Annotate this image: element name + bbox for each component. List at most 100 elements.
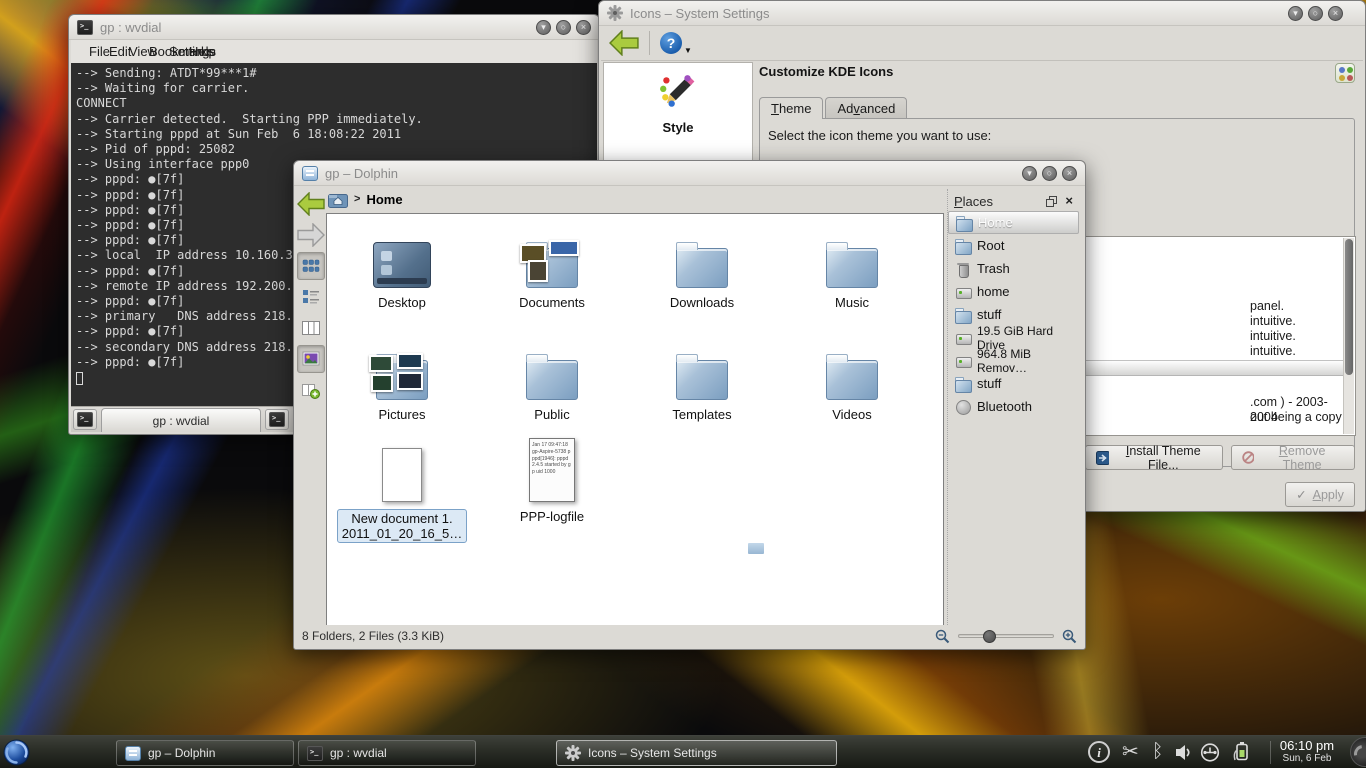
terminal-icon	[269, 412, 285, 427]
tab-advanced[interactable]: Advanced	[825, 97, 907, 119]
terminal-tab[interactable]: gp : wvdial	[101, 408, 261, 432]
dolphin-window[interactable]: gp – Dolphin ▾ ○ × > Home	[293, 160, 1086, 650]
place-item-home[interactable]: Home	[948, 211, 1079, 234]
tab-theme[interactable]: Theme	[759, 97, 823, 119]
back-button[interactable]	[297, 190, 325, 218]
folder-item-downloads[interactable]: Downloads	[627, 224, 777, 310]
home-folder-icon[interactable]	[328, 191, 348, 208]
theme-list-fragment: panel.	[1250, 299, 1284, 314]
file-label: PPP-logfile	[477, 509, 627, 524]
pictures-folder-icon	[376, 360, 428, 400]
remove-theme-button[interactable]: Remove Theme	[1231, 445, 1355, 470]
task-button-system-settings[interactable]: Icons – System Settings	[556, 740, 837, 766]
info-tray-icon[interactable]: i	[1088, 741, 1110, 763]
menu-file[interactable]: File	[79, 44, 99, 60]
install-theme-label: Install Theme File...	[1115, 444, 1212, 472]
sidebar-item-style[interactable]: Style	[604, 63, 752, 141]
minimize-icon[interactable]: ▾	[1288, 6, 1303, 21]
task-button-wvdial[interactable]: gp : wvdial	[298, 740, 476, 766]
split-view-button[interactable]	[297, 376, 325, 404]
plasma-cashew-icon[interactable]	[1350, 737, 1366, 767]
folder-item-videos[interactable]: Videos	[777, 336, 927, 422]
bluetooth-icon[interactable]: ᛒ	[1152, 742, 1163, 762]
folder-item-templates[interactable]: Templates	[627, 336, 777, 422]
forward-button[interactable]	[297, 221, 325, 249]
place-item-removable[interactable]: 964.8 MiB Remov…	[948, 349, 1079, 372]
zoom-slider[interactable]	[958, 634, 1054, 638]
gear-icon	[565, 745, 581, 761]
folder-item-public[interactable]: Public	[477, 336, 627, 422]
icons-view-button[interactable]	[297, 252, 325, 280]
maximize-icon[interactable]: ○	[1042, 166, 1057, 181]
apply-button[interactable]: ✓ Apply	[1285, 482, 1355, 507]
close-panel-icon[interactable]: ×	[1065, 195, 1073, 207]
breadcrumb-home[interactable]: Home	[366, 192, 402, 207]
scrollbar-thumb[interactable]	[1345, 239, 1353, 375]
file-item-ppp-logfile[interactable]: Jan 17 09:47:18 gp-Aspire-5738 pppd[1946…	[477, 432, 627, 524]
place-item-stuff-2[interactable]: stuff	[948, 372, 1079, 395]
minimize-icon[interactable]: ▾	[536, 20, 551, 35]
bluetooth-icon	[955, 399, 971, 415]
folder-item-desktop[interactable]: Desktop	[327, 224, 477, 310]
menu-help[interactable]: Help	[179, 44, 199, 60]
menu-view[interactable]: View	[119, 44, 139, 60]
install-icon	[1096, 451, 1109, 465]
back-arrow-icon[interactable]	[609, 30, 639, 56]
folder-label: Downloads	[627, 295, 777, 310]
no-entry-icon	[1242, 451, 1254, 464]
volume-icon[interactable]	[1174, 744, 1193, 766]
place-item-bluetooth[interactable]: Bluetooth	[948, 395, 1079, 418]
folder-icon	[676, 248, 728, 288]
close-icon[interactable]: ×	[576, 20, 591, 35]
install-theme-button[interactable]: Install Theme File...	[1085, 445, 1223, 470]
details-view-button[interactable]	[297, 283, 325, 311]
dolphin-file-view[interactable]: Desktop Documents Downloads Music	[326, 213, 944, 627]
help-icon[interactable]: ?	[660, 32, 682, 54]
preview-button[interactable]	[297, 345, 325, 373]
terminal-tab-2[interactable]	[265, 409, 289, 430]
close-icon[interactable]: ×	[1328, 6, 1343, 21]
terminal-icon	[77, 20, 93, 35]
columns-view-button[interactable]	[297, 314, 325, 342]
terminal-title: gp : wvdial	[100, 20, 161, 35]
maximize-icon[interactable]: ○	[1308, 6, 1323, 21]
task-button-dolphin[interactable]: gp – Dolphin	[116, 740, 294, 766]
battery-tray-icon[interactable]	[1232, 741, 1250, 767]
status-text: 8 Folders, 2 Files (3.3 KiB)	[302, 629, 444, 643]
folder-icon	[676, 360, 728, 400]
zoom-out-icon[interactable]	[935, 629, 950, 644]
file-item-new-document[interactable]: New document 1.2011_01_20_16_5…	[327, 432, 477, 543]
zoom-in-icon[interactable]	[1062, 629, 1077, 644]
menu-bookmarks[interactable]: Bookmarks	[139, 44, 159, 60]
place-item-trash[interactable]: Trash	[948, 257, 1079, 280]
minimize-icon[interactable]: ▾	[1022, 166, 1037, 181]
folder-item-documents[interactable]: Documents	[477, 224, 627, 310]
places-panel: Places × Home Root Trash home	[947, 189, 1079, 625]
terminal-titlebar[interactable]: gp : wvdial ▾ ○ ×	[69, 15, 599, 40]
folder-item-music[interactable]: Music	[777, 224, 927, 310]
place-item-root[interactable]: Root	[948, 234, 1079, 257]
scrollbar[interactable]	[1343, 238, 1354, 434]
klipper-scissors-icon[interactable]: ✂	[1122, 742, 1139, 762]
app-launcher-button[interactable]	[3, 739, 30, 768]
close-icon[interactable]: ×	[1062, 166, 1077, 181]
trash-icon	[955, 261, 971, 277]
folder-item-pictures[interactable]: Pictures	[327, 336, 477, 422]
zoom-slider-knob[interactable]	[983, 630, 996, 643]
folder-label: Videos	[777, 407, 927, 422]
terminal-line: --> Carrier detected. Starting PPP immed…	[76, 112, 592, 127]
system-settings-titlebar[interactable]: Icons – System Settings ▾ ○ ×	[599, 1, 1365, 26]
clock[interactable]: 06:10 pm Sun, 6 Feb	[1272, 738, 1342, 764]
dolphin-titlebar[interactable]: gp – Dolphin ▾ ○ ×	[294, 161, 1085, 186]
speaker-icon	[1174, 744, 1193, 761]
usb-device-icon[interactable]	[1200, 743, 1221, 767]
taskbar: gp – Dolphin gp : wvdial Icons – System …	[0, 735, 1366, 768]
maximize-icon[interactable]: ○	[556, 20, 571, 35]
new-tab-button[interactable]	[73, 409, 97, 430]
detach-panel-icon[interactable]	[1046, 196, 1057, 207]
menu-settings[interactable]: Settings	[159, 44, 179, 60]
theme-list-fragment: intuitive.	[1250, 314, 1296, 329]
place-item-home-partition[interactable]: home	[948, 280, 1079, 303]
menu-edit[interactable]: Edit	[99, 44, 119, 60]
chevron-down-icon[interactable]: ▼	[684, 46, 692, 55]
